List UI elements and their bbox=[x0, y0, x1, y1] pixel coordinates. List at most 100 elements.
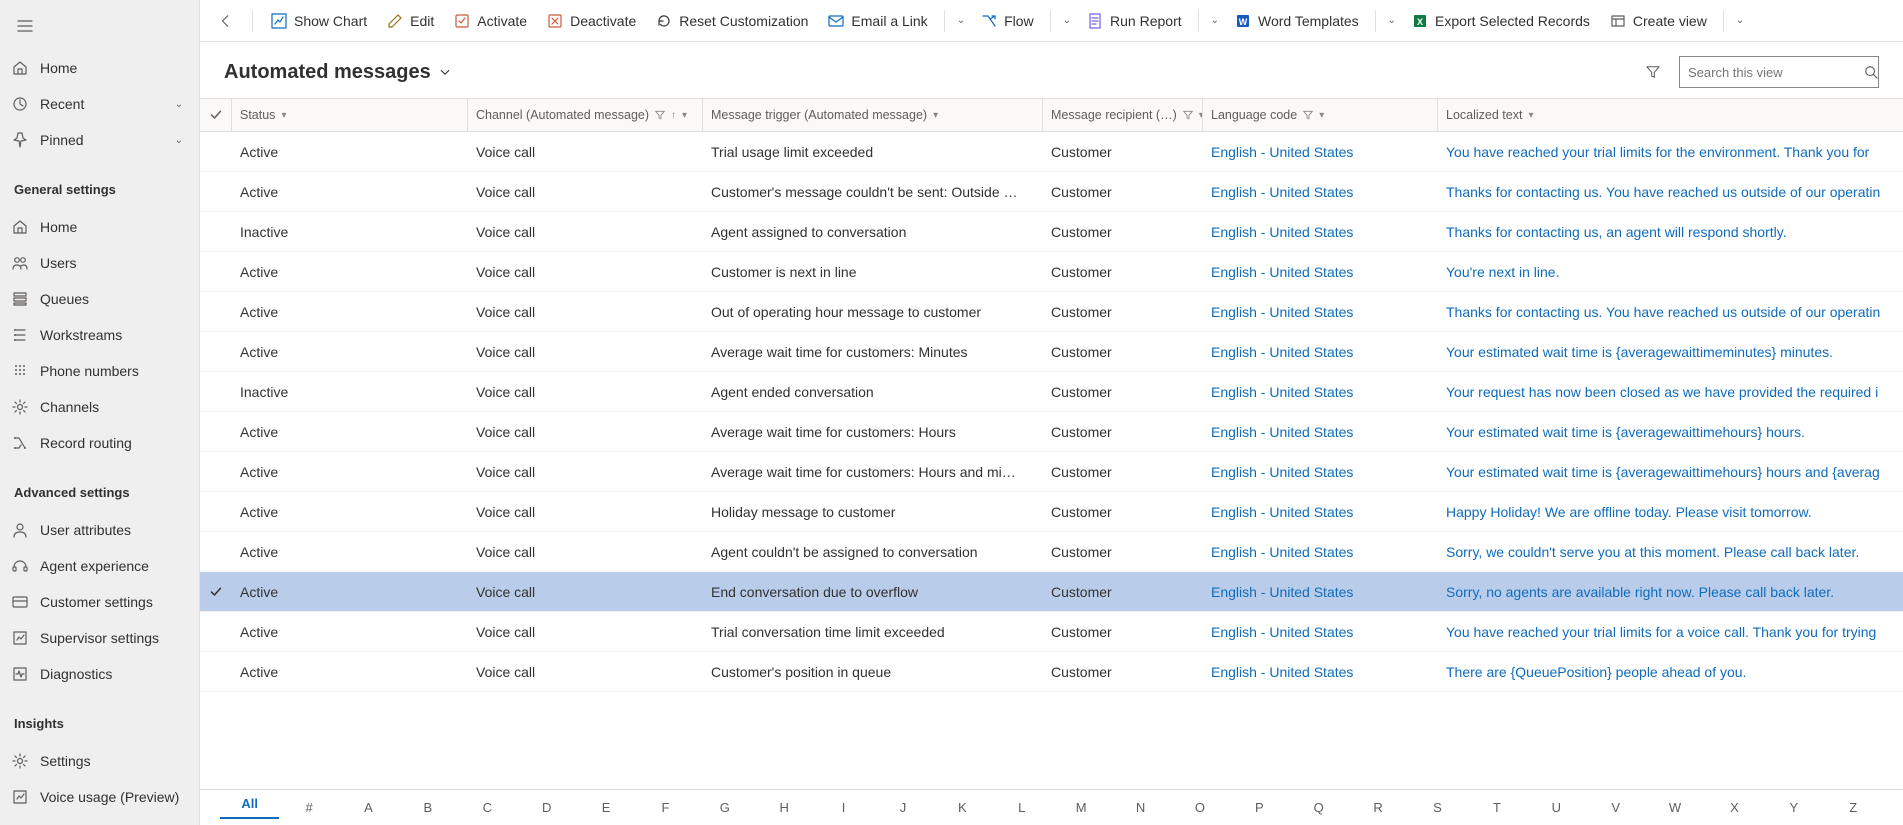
cmd-run-report-dropdown[interactable]: ⌄ bbox=[1205, 3, 1225, 39]
table-row[interactable]: ActiveVoice callEnd conversation due to … bbox=[200, 572, 1903, 612]
cell-localized-text[interactable]: You're next in line. bbox=[1438, 264, 1903, 280]
alpha-j[interactable]: J bbox=[873, 800, 932, 815]
alpha-m[interactable]: M bbox=[1051, 800, 1110, 815]
cell-language[interactable]: English - United States bbox=[1203, 464, 1438, 480]
cmd-reset[interactable]: Reset Customization bbox=[646, 3, 818, 39]
alpha-e[interactable]: E bbox=[576, 800, 635, 815]
cmd-flow-dropdown[interactable]: ⌄ bbox=[1057, 3, 1077, 39]
cmd-create-view[interactable]: Create view bbox=[1600, 3, 1717, 39]
col-header-channel[interactable]: Channel (Automated message) ↑ ▾ bbox=[468, 99, 703, 131]
nav-home[interactable]: Home bbox=[0, 209, 199, 245]
alpha-h[interactable]: H bbox=[755, 800, 814, 815]
table-row[interactable]: InactiveVoice callAgent ended conversati… bbox=[200, 372, 1903, 412]
col-header-status[interactable]: Status ▾ bbox=[232, 99, 468, 131]
cell-localized-text[interactable]: Your estimated wait time is {averagewait… bbox=[1438, 464, 1903, 480]
alpha-all[interactable]: All bbox=[220, 796, 279, 819]
cmd-word-templ[interactable]: WWord Templates bbox=[1225, 3, 1369, 39]
nav-voice-usage-preview-[interactable]: Voice usage (Preview) bbox=[0, 779, 199, 815]
nav-agent-experience[interactable]: Agent experience bbox=[0, 548, 199, 584]
nav-channels[interactable]: Channels bbox=[0, 389, 199, 425]
alpha-w[interactable]: W bbox=[1645, 800, 1704, 815]
table-row[interactable]: ActiveVoice callCustomer's message could… bbox=[200, 172, 1903, 212]
alpha-c[interactable]: C bbox=[458, 800, 517, 815]
alpha-z[interactable]: Z bbox=[1824, 800, 1883, 815]
alpha-n[interactable]: N bbox=[1111, 800, 1170, 815]
alpha-f[interactable]: F bbox=[636, 800, 695, 815]
nav-settings[interactable]: Settings bbox=[0, 743, 199, 779]
cmd-deactivate[interactable]: Deactivate bbox=[537, 3, 646, 39]
cell-language[interactable]: English - United States bbox=[1203, 424, 1438, 440]
col-header-language[interactable]: Language code ▾ bbox=[1203, 99, 1438, 131]
alpha-s[interactable]: S bbox=[1408, 800, 1467, 815]
table-row[interactable]: ActiveVoice callAgent couldn't be assign… bbox=[200, 532, 1903, 572]
cmd-email-link-dropdown[interactable]: ⌄ bbox=[951, 3, 971, 39]
table-row[interactable]: ActiveVoice callCustomer's position in q… bbox=[200, 652, 1903, 692]
cell-localized-text[interactable]: You have reached your trial limits for a… bbox=[1438, 624, 1903, 640]
cell-language[interactable]: English - United States bbox=[1203, 344, 1438, 360]
table-row[interactable]: ActiveVoice callAverage wait time for cu… bbox=[200, 412, 1903, 452]
cell-language[interactable]: English - United States bbox=[1203, 224, 1438, 240]
hamburger-button[interactable] bbox=[0, 6, 199, 46]
cell-language[interactable]: English - United States bbox=[1203, 504, 1438, 520]
cell-language[interactable]: English - United States bbox=[1203, 624, 1438, 640]
alpha-i[interactable]: I bbox=[814, 800, 873, 815]
nav-queues[interactable]: Queues bbox=[0, 281, 199, 317]
col-header-trigger[interactable]: Message trigger (Automated message) ▾ bbox=[703, 99, 1043, 131]
nav-user-attributes[interactable]: User attributes bbox=[0, 512, 199, 548]
nav-phone-numbers[interactable]: Phone numbers bbox=[0, 353, 199, 389]
nav-diagnostics[interactable]: Diagnostics bbox=[0, 656, 199, 692]
table-row[interactable]: ActiveVoice callHoliday message to custo… bbox=[200, 492, 1903, 532]
alpha-v[interactable]: V bbox=[1586, 800, 1645, 815]
alpha-d[interactable]: D bbox=[517, 800, 576, 815]
cell-localized-text[interactable]: Sorry, we couldn't serve you at this mom… bbox=[1438, 544, 1903, 560]
view-selector[interactable]: Automated messages bbox=[224, 61, 451, 84]
col-header-localized-text[interactable]: Localized text ▾ bbox=[1438, 99, 1903, 131]
cmd-email-link[interactable]: Email a Link bbox=[818, 3, 937, 39]
alpha-y[interactable]: Y bbox=[1764, 800, 1823, 815]
table-row[interactable]: ActiveVoice callAverage wait time for cu… bbox=[200, 332, 1903, 372]
alpha-t[interactable]: T bbox=[1467, 800, 1526, 815]
cmd-edit[interactable]: Edit bbox=[377, 3, 444, 39]
nav-users[interactable]: Users bbox=[0, 245, 199, 281]
select-all-checkbox[interactable] bbox=[200, 99, 232, 131]
nav-pinned[interactable]: Pinned⌄ bbox=[0, 122, 199, 158]
cell-localized-text[interactable]: Thanks for contacting us. You have reach… bbox=[1438, 184, 1903, 200]
cell-localized-text[interactable]: Happy Holiday! We are offline today. Ple… bbox=[1438, 504, 1903, 520]
filter-button[interactable] bbox=[1637, 56, 1669, 88]
alpha-a[interactable]: A bbox=[339, 800, 398, 815]
cell-localized-text[interactable]: Thanks for contacting us, an agent will … bbox=[1438, 224, 1903, 240]
cmd-export[interactable]: XExport Selected Records bbox=[1402, 3, 1600, 39]
cell-localized-text[interactable]: Sorry, no agents are available right now… bbox=[1438, 584, 1903, 600]
alpha-o[interactable]: O bbox=[1170, 800, 1229, 815]
cell-localized-text[interactable]: Your estimated wait time is {averagewait… bbox=[1438, 424, 1903, 440]
cell-language[interactable]: English - United States bbox=[1203, 184, 1438, 200]
nav-record-routing[interactable]: Record routing bbox=[0, 425, 199, 461]
cell-localized-text[interactable]: Your request has now been closed as we h… bbox=[1438, 384, 1903, 400]
cmd-word-templ-dropdown[interactable]: ⌄ bbox=[1382, 3, 1402, 39]
cell-language[interactable]: English - United States bbox=[1203, 544, 1438, 560]
back-button[interactable] bbox=[208, 3, 244, 39]
alpha-#[interactable]: # bbox=[279, 800, 338, 815]
cmd-flow[interactable]: Flow bbox=[971, 3, 1044, 39]
table-row[interactable]: ActiveVoice callCustomer is next in line… bbox=[200, 252, 1903, 292]
cell-localized-text[interactable]: Thanks for contacting us. You have reach… bbox=[1438, 304, 1903, 320]
cell-language[interactable]: English - United States bbox=[1203, 584, 1438, 600]
cell-localized-text[interactable]: There are {QueuePosition} people ahead o… bbox=[1438, 664, 1903, 680]
cell-language[interactable]: English - United States bbox=[1203, 304, 1438, 320]
cell-language[interactable]: English - United States bbox=[1203, 144, 1438, 160]
alpha-r[interactable]: R bbox=[1348, 800, 1407, 815]
alpha-k[interactable]: K bbox=[933, 800, 992, 815]
cmd-create-view-dropdown[interactable]: ⌄ bbox=[1730, 3, 1750, 39]
alpha-q[interactable]: Q bbox=[1289, 800, 1348, 815]
alpha-l[interactable]: L bbox=[992, 800, 1051, 815]
alpha-b[interactable]: B bbox=[398, 800, 457, 815]
search-box[interactable] bbox=[1679, 56, 1879, 88]
cell-language[interactable]: English - United States bbox=[1203, 664, 1438, 680]
table-row[interactable]: ActiveVoice callAverage wait time for cu… bbox=[200, 452, 1903, 492]
table-row[interactable]: InactiveVoice callAgent assigned to conv… bbox=[200, 212, 1903, 252]
alpha-x[interactable]: X bbox=[1705, 800, 1764, 815]
alpha-g[interactable]: G bbox=[695, 800, 754, 815]
cmd-show-chart[interactable]: Show Chart bbox=[261, 3, 377, 39]
cell-language[interactable]: English - United States bbox=[1203, 384, 1438, 400]
cell-localized-text[interactable]: Your estimated wait time is {averagewait… bbox=[1438, 344, 1903, 360]
